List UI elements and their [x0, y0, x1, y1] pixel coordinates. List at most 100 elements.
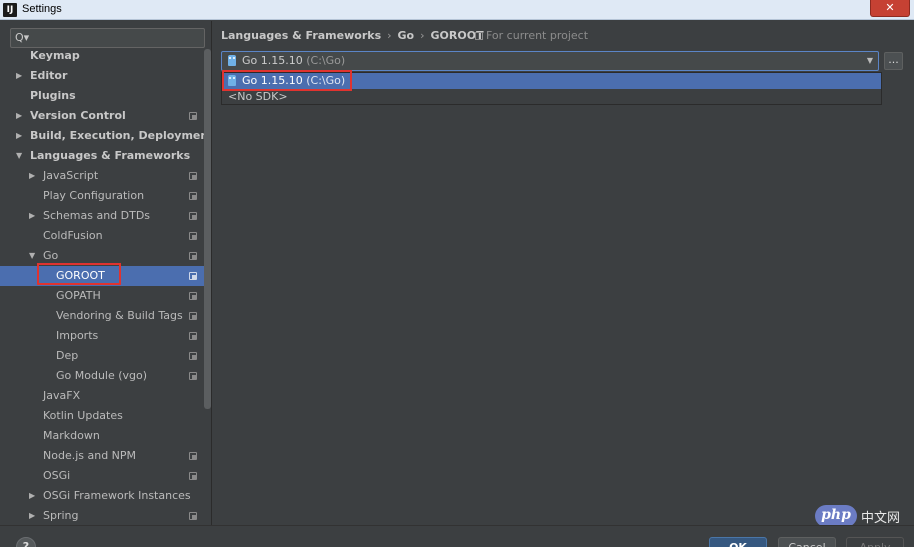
project-scope-icon — [189, 192, 197, 200]
sdk-select-path: (C:\Go) — [306, 54, 346, 67]
project-scope-icon — [189, 372, 197, 380]
sidebar-item-spring[interactable]: ▶ Spring — [0, 506, 204, 525]
project-scope-icon — [189, 332, 197, 340]
expand-arrow-closed-icon[interactable]: ▶ — [29, 486, 35, 506]
sidebar-item-label: OSGi — [43, 469, 71, 482]
sidebar-item-plugins[interactable]: Plugins — [0, 86, 204, 106]
breadcrumb-separator: › — [387, 29, 392, 42]
breadcrumb-languages: Languages & Frameworks — [221, 29, 382, 42]
expand-arrow-closed-icon[interactable]: ▶ — [16, 126, 22, 146]
sdk-option-no-sdk[interactable]: <No SDK> — [222, 89, 881, 105]
sidebar-item-label: Schemas and DTDs — [43, 209, 151, 222]
for-current-project-label: For current project — [486, 29, 589, 42]
expand-arrow-open-icon[interactable]: ▼ — [29, 246, 35, 266]
sidebar-item-label: Play Configuration — [43, 189, 145, 202]
sidebar-item-languages-frameworks[interactable]: ▼ Languages & Frameworks — [0, 146, 204, 166]
search-icon: Q▾ — [15, 31, 30, 44]
sidebar-item-label: Keymap — [30, 49, 80, 62]
sidebar-item-coldfusion[interactable]: ColdFusion — [0, 226, 204, 246]
ok-button[interactable]: OK — [709, 537, 767, 547]
expand-arrow-closed-icon[interactable]: ▶ — [16, 106, 22, 126]
cancel-button[interactable]: Cancel — [778, 537, 836, 547]
sidebar-item-label: Vendoring & Build Tags — [56, 309, 183, 322]
sdk-option-label: <No SDK> — [228, 90, 288, 103]
sidebar-item-vendoring-build-tags[interactable]: Vendoring & Build Tags — [0, 306, 204, 326]
watermark-text: 中文网 — [861, 510, 901, 526]
expand-arrow-closed-icon[interactable]: ▶ — [29, 506, 35, 525]
project-scope-icon — [189, 272, 197, 280]
settings-tree: Keymap ▶ Editor Plugins ▶ Version Control ▶ Bui… — [0, 46, 211, 525]
sdk-select-name: Go 1.15.10 — [242, 54, 303, 67]
search-box[interactable]: Q▾ — [10, 28, 205, 48]
project-scope-icon — [475, 32, 483, 40]
sidebar-item-label: Node.js and NPM — [43, 449, 137, 462]
sidebar-item-schemas-and-dtds[interactable]: ▶ Schemas and DTDs — [0, 206, 204, 226]
sidebar-item-version-control[interactable]: ▶ Version Control — [0, 106, 204, 126]
sidebar-item-build-execution-deployment[interactable]: ▶ Build, Execution, Deployment — [0, 126, 211, 146]
sidebar-item-play-configuration[interactable]: Play Configuration — [0, 186, 204, 206]
sidebar-item-editor[interactable]: ▶ Editor — [0, 66, 204, 86]
sidebar-item-go-module-vgo[interactable]: Go Module (vgo) — [0, 366, 204, 386]
project-scope-icon — [189, 512, 197, 520]
window-title-bar: IJ Settings ✕ — [0, 0, 914, 20]
sidebar-item-javafx[interactable]: JavaFX — [0, 386, 204, 406]
sidebar-item-label: Languages & Frameworks — [30, 149, 191, 162]
expand-arrow-closed-icon[interactable]: ▶ — [16, 66, 22, 86]
sidebar-item-label: Go Module (vgo) — [56, 369, 148, 382]
sidebar-item-dep[interactable]: Dep — [0, 346, 204, 366]
expand-arrow-closed-icon[interactable]: ▶ — [29, 206, 35, 226]
goroot-settings-panel: Languages & Frameworks › Go › GOROOT For cur… — [213, 21, 914, 525]
project-scope-icon — [189, 292, 197, 300]
browse-sdk-button[interactable]: ... — [884, 52, 903, 70]
breadcrumb-separator: › — [420, 29, 425, 42]
search-input[interactable] — [33, 30, 201, 46]
sidebar-scrollbar[interactable] — [204, 49, 211, 409]
sidebar-item-label: ColdFusion — [43, 229, 103, 242]
apply-button[interactable]: Apply — [846, 537, 904, 547]
project-scope-icon — [189, 232, 197, 240]
sidebar-item-label: Spring — [43, 509, 79, 522]
project-scope-icon — [189, 112, 197, 120]
goroot-highlight-box — [37, 263, 121, 285]
project-scope-icon — [189, 252, 197, 260]
sidebar-item-node-js-and-npm[interactable]: Node.js and NPM — [0, 446, 204, 466]
sidebar-item-label: GOPATH — [56, 289, 101, 302]
sidebar-item-label: Markdown — [43, 429, 100, 442]
window-title: Settings — [22, 3, 62, 15]
sdk-highlight-box — [222, 70, 352, 91]
sidebar-item-osgi-framework-instances[interactable]: ▶ OSGi Framework Instances — [0, 486, 204, 506]
chevron-down-icon[interactable]: ▼ — [867, 52, 873, 70]
settings-sidebar: Q▾ Keymap ▶ Editor Plugins ▶ Version Control ▶… — [0, 21, 212, 525]
sidebar-item-label: JavaScript — [43, 169, 99, 182]
sidebar-item-imports[interactable]: Imports — [0, 326, 204, 346]
dialog-button-bar: ? OK Cancel Apply — [0, 525, 914, 547]
project-scope-icon — [189, 452, 197, 460]
project-scope-icon — [189, 472, 197, 480]
sidebar-item-osgi[interactable]: OSGi — [0, 466, 204, 486]
breadcrumb: Languages & Frameworks › Go › GOROOT — [221, 28, 484, 44]
project-scope-icon — [189, 172, 197, 180]
breadcrumb-go: Go — [397, 29, 415, 42]
sidebar-item-label: Dep — [56, 349, 79, 362]
sidebar-item-label: Imports — [56, 329, 99, 342]
close-button[interactable]: ✕ — [870, 0, 910, 17]
goroot-sdk-select[interactable]: Go 1.15.10 (C:\Go) ▼ — [221, 51, 879, 71]
sidebar-item-label: Kotlin Updates — [43, 409, 123, 422]
sidebar-item-label: Editor — [30, 69, 68, 82]
expand-arrow-closed-icon[interactable]: ▶ — [29, 166, 35, 186]
sdk-select-value: Go 1.15.10 (C:\Go) — [242, 52, 345, 70]
sidebar-item-label: Build, Execution, Deployment — [30, 129, 212, 142]
sidebar-item-label: Version Control — [30, 109, 126, 122]
sidebar-item-kotlin-updates[interactable]: Kotlin Updates — [0, 406, 204, 426]
sidebar-item-markdown[interactable]: Markdown — [0, 426, 204, 446]
project-scope-icon — [189, 212, 197, 220]
for-current-project-note: For current project — [475, 28, 588, 44]
sidebar-item-keymap[interactable]: Keymap — [0, 46, 204, 66]
sidebar-item-gopath[interactable]: GOPATH — [0, 286, 204, 306]
help-button[interactable]: ? — [16, 537, 36, 547]
sidebar-item-javascript[interactable]: ▶ JavaScript — [0, 166, 204, 186]
project-scope-icon — [189, 312, 197, 320]
sidebar-item-label: Plugins — [30, 89, 76, 102]
expand-arrow-open-icon[interactable]: ▼ — [16, 146, 22, 166]
php-logo: php — [815, 505, 857, 527]
